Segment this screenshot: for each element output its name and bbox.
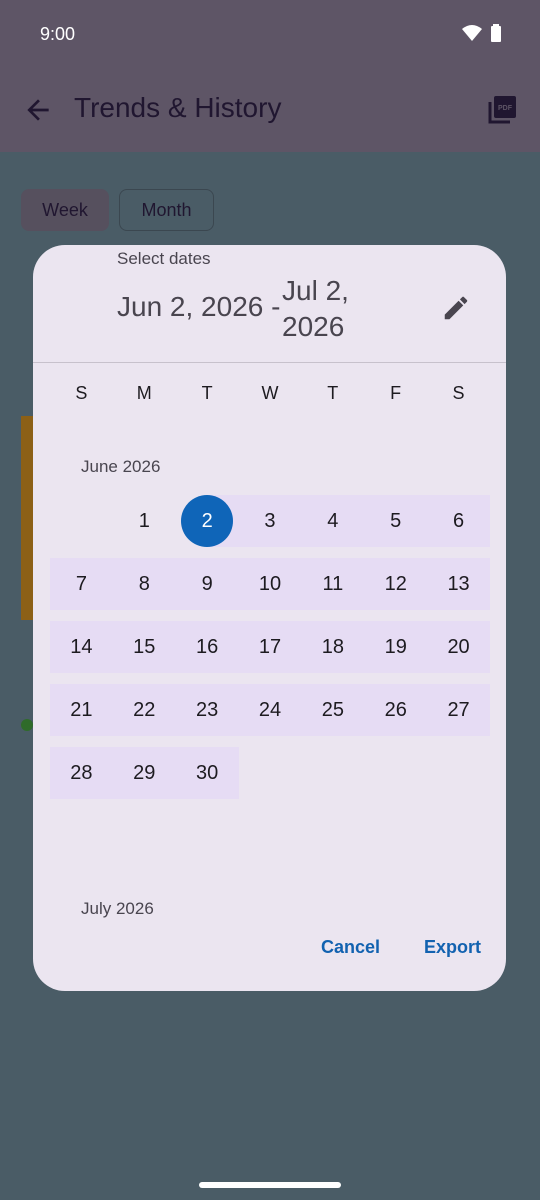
date-range-dialog: Select dates Jun 2, 2026 - Jul 2, 2026 S… xyxy=(33,245,506,991)
calendar-day-selected[interactable]: 2 xyxy=(176,495,239,547)
calendar-day[interactable]: 22 xyxy=(113,684,176,736)
dialog-headline: Select dates xyxy=(117,249,211,268)
calendar-day[interactable]: 10 xyxy=(239,558,302,610)
app-bar: Trends & History PDF xyxy=(0,68,540,152)
weekday-label: W xyxy=(261,383,279,403)
calendar-day[interactable]: 27 xyxy=(427,684,490,736)
calendar-day[interactable]: 28 xyxy=(50,747,113,799)
status-icons xyxy=(462,24,502,42)
cancel-button[interactable]: Cancel xyxy=(321,937,380,958)
calendar-day[interactable]: 20 xyxy=(427,621,490,673)
calendar-day[interactable]: 24 xyxy=(239,684,302,736)
header-divider xyxy=(33,362,506,363)
calendar-day[interactable]: 21 xyxy=(50,684,113,736)
export-button[interactable]: Export xyxy=(424,937,481,958)
calendar-day[interactable]: 8 xyxy=(113,558,176,610)
calendar-day[interactable]: 6 xyxy=(427,495,490,547)
segment-week[interactable]: Week xyxy=(21,189,109,231)
calendar-day[interactable]: 7 xyxy=(50,558,113,610)
pdf-icon[interactable]: PDF xyxy=(488,96,516,124)
weekday-label: T xyxy=(327,383,339,403)
svg-text:PDF: PDF xyxy=(498,105,513,112)
calendar-day[interactable]: 26 xyxy=(364,684,427,736)
calendar-day[interactable]: 15 xyxy=(113,621,176,673)
back-arrow-icon[interactable] xyxy=(22,94,54,126)
calendar-day[interactable]: 3 xyxy=(239,495,302,547)
calendar-day[interactable]: 17 xyxy=(239,621,302,673)
month-label-june: June 2026 xyxy=(81,457,161,476)
calendar-day[interactable]: 14 xyxy=(50,621,113,673)
gesture-navigation-bar[interactable] xyxy=(199,1182,341,1188)
calendar-day[interactable]: 9 xyxy=(176,558,239,610)
status-bar: 9:00 xyxy=(0,0,540,68)
weekday-header: S M T W T F S xyxy=(50,383,490,407)
calendar-day[interactable]: 18 xyxy=(301,621,364,673)
dialog-actions: Cancel Export xyxy=(321,937,481,958)
calendar-day[interactable]: 16 xyxy=(176,621,239,673)
calendar-day[interactable]: 23 xyxy=(176,684,239,736)
calendar-day[interactable]: 30 xyxy=(176,747,239,799)
status-time: 9:00 xyxy=(40,24,76,44)
wifi-icon xyxy=(462,25,482,41)
calendar-day[interactable]: 1 xyxy=(113,495,176,547)
calendar-day[interactable]: 29 xyxy=(113,747,176,799)
segment-month[interactable]: Month xyxy=(119,189,214,231)
calendar-day[interactable]: 11 xyxy=(301,558,364,610)
calendar-day[interactable]: 12 xyxy=(364,558,427,610)
battery-icon xyxy=(491,24,501,42)
weekday-label: M xyxy=(136,383,152,403)
weekday-label: F xyxy=(390,383,402,403)
calendar-day[interactable]: 19 xyxy=(364,621,427,673)
weekday-label: S xyxy=(75,383,88,403)
weekday-label: S xyxy=(452,383,465,403)
background-legend-dot xyxy=(21,719,33,731)
page-title: Trends & History xyxy=(74,92,282,123)
calendar-day[interactable]: 4 xyxy=(301,495,364,547)
range-start-date: Jun 2, 2026 - xyxy=(117,291,281,322)
range-end-date: Jul 2, 2026 xyxy=(282,275,349,342)
month-label-july: July 2026 xyxy=(81,899,154,918)
calendar-day[interactable]: 25 xyxy=(301,684,364,736)
calendar-day[interactable]: 5 xyxy=(364,495,427,547)
weekday-label: T xyxy=(201,383,213,403)
calendar-day[interactable]: 13 xyxy=(427,558,490,610)
edit-pencil-icon[interactable] xyxy=(441,293,471,323)
